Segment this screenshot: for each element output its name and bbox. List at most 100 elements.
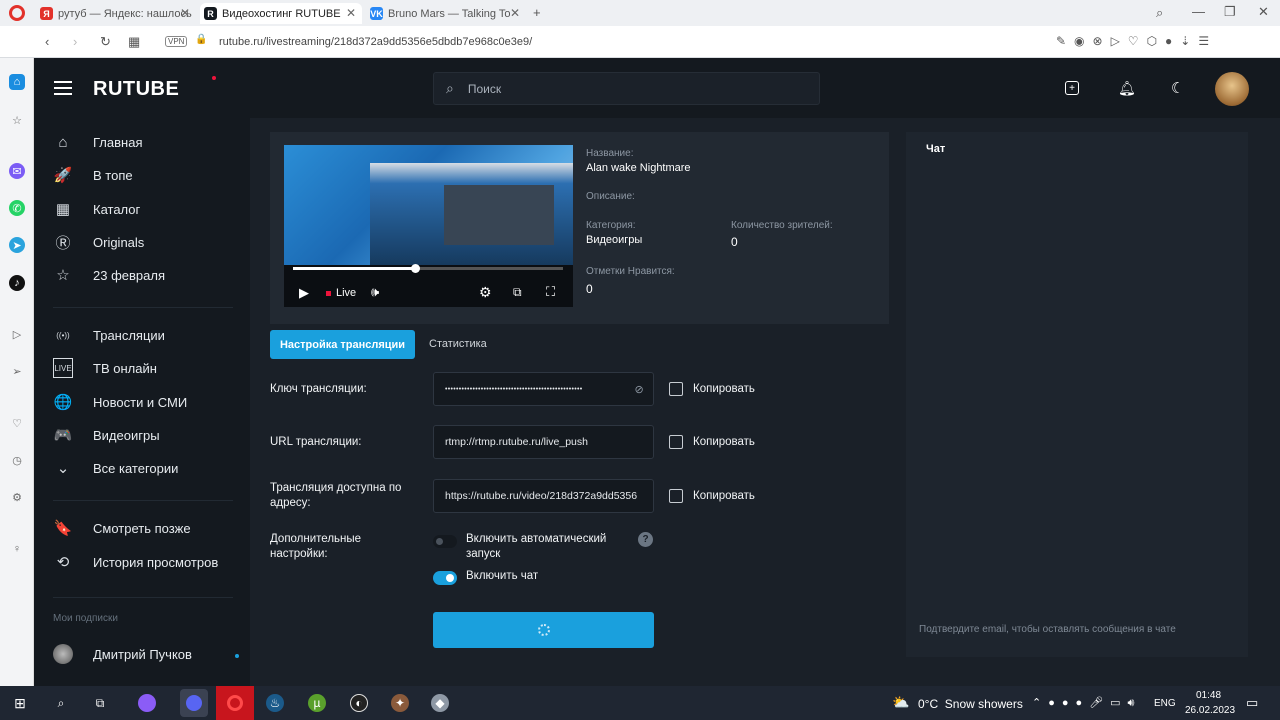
stream-address-field[interactable]: https://rutube.ru/video/218d372a9dd5356 — [433, 479, 654, 513]
app-grey-icon[interactable]: ◆ — [431, 694, 449, 712]
search-icon[interactable]: ⌕ — [52, 694, 70, 712]
opera-logo-icon[interactable] — [9, 5, 25, 21]
obs-icon[interactable]: ◐ — [350, 694, 368, 712]
sidebar-item[interactable]: ☆ 23 февраля — [53, 264, 165, 286]
sidebar-item-label: Все категории — [93, 460, 179, 476]
bulb-icon[interactable]: ♀ — [9, 541, 25, 557]
fullscreen-icon[interactable]: ⛶ — [546, 284, 555, 300]
tabs-grid-icon[interactable]: ▦ — [128, 34, 140, 50]
task-view-icon[interactable]: ⧉ — [91, 694, 109, 712]
pip-icon[interactable]: ⧉ — [513, 285, 522, 300]
moon-icon[interactable]: ☾ — [1171, 79, 1184, 97]
whatsapp-icon[interactable]: ✆ — [9, 200, 25, 216]
app-game-icon[interactable]: ✦ — [391, 694, 409, 712]
weather-text[interactable]: 0°C Snow showers — [918, 697, 1023, 711]
close-tab-icon[interactable]: ✕ — [346, 6, 356, 20]
sidebar-item[interactable]: ((•)) Трансляции — [53, 324, 165, 346]
tiktok-icon[interactable]: ♪ — [9, 275, 25, 291]
rutube-logo[interactable]: RUTUBE — [93, 78, 179, 101]
bell-icon[interactable]: 🔔︎ — [1118, 80, 1136, 97]
search-box[interactable]: ⌕ Поиск — [433, 72, 820, 105]
utorrent-icon[interactable]: µ — [308, 694, 326, 712]
search-tabs-icon[interactable]: ⌕ — [1156, 5, 1163, 21]
chat-toggle[interactable] — [433, 571, 457, 585]
sidebar-item[interactable]: 🚀 В топе — [53, 164, 133, 186]
sidebar-item-label: История просмотров — [93, 554, 219, 570]
video-player[interactable]: ▶ Live 🕪︎ ⚙ ⧉ ⛶ — [284, 145, 573, 307]
sidebar-item[interactable]: ⌄ Все категории — [53, 457, 179, 479]
telegram-icon[interactable]: ➤ — [9, 237, 25, 253]
notifications-icon[interactable]: ▭ — [1246, 695, 1258, 711]
sidebar-item[interactable]: 🌐 Новости и СМИ — [53, 391, 188, 413]
settings-icon[interactable]: ⚙ — [479, 284, 492, 301]
maximize-icon[interactable]: ❐ — [1224, 4, 1236, 20]
browser-tab-vk[interactable]: VK Bruno Mars — Talking To ✕ — [366, 3, 526, 24]
copy-key-button[interactable]: Копировать — [669, 382, 755, 396]
sidebar-item[interactable]: 🎮 Видеоигры — [53, 424, 160, 446]
copy-url-button[interactable]: Копировать — [669, 435, 755, 449]
menu-icon[interactable] — [54, 81, 72, 95]
browser-tab-rutube[interactable]: R Видеохостинг RUTUBE ✕ — [200, 3, 362, 24]
close-tab-icon[interactable]: ✕ — [180, 6, 190, 20]
volume-icon[interactable]: 🕪︎ — [371, 284, 379, 300]
play-icon[interactable]: ▶ — [299, 285, 309, 301]
messenger-icon[interactable]: ✉ — [9, 163, 25, 179]
settings-icon[interactable]: ⚙ — [9, 489, 25, 505]
toolbar-icons[interactable]: ✎◉⊗▷♡⬡●⇣☰ — [1056, 34, 1217, 48]
live-icon: LIVE — [53, 358, 73, 378]
copy-label: Копировать — [693, 383, 755, 395]
copy-address-button[interactable]: Копировать — [669, 489, 755, 503]
forward-icon[interactable]: › — [73, 34, 77, 49]
home-icon[interactable]: ⌂ — [9, 74, 25, 90]
clock-time[interactable]: 01:48 — [1196, 690, 1221, 701]
sidebar-item[interactable]: ▦ Каталог — [53, 198, 140, 220]
autostart-toggle[interactable] — [433, 535, 457, 548]
likes-label: Отметки Нравится: — [586, 266, 675, 277]
close-tab-icon[interactable]: ✕ — [510, 6, 520, 20]
help-icon[interactable]: ? — [638, 532, 653, 547]
sidebar-item[interactable]: ⌂ Главная — [53, 131, 142, 153]
start-stream-button[interactable] — [433, 612, 654, 648]
search-input[interactable]: Поиск — [468, 82, 501, 96]
send-icon[interactable]: ➢ — [9, 363, 25, 379]
progress-knob[interactable] — [410, 264, 420, 273]
minimize-icon[interactable]: — — [1192, 4, 1205, 19]
tab-statistics[interactable]: Статистика — [429, 338, 487, 350]
stream-url-field[interactable]: rtmp://rtmp.rutube.ru/live_push — [433, 425, 654, 459]
opera-taskbar-icon[interactable] — [216, 686, 254, 720]
language-indicator[interactable]: ENG — [1154, 698, 1176, 709]
avatar[interactable] — [1215, 72, 1249, 106]
clock-date[interactable]: 26.02.2023 — [1185, 705, 1235, 716]
tab-settings[interactable]: Настройка трансляции — [270, 330, 415, 359]
sidebar-item-label: Каталог — [93, 201, 141, 217]
sidebar-item[interactable]: 🔖 Смотреть позже — [53, 517, 191, 539]
steam-icon[interactable]: ♨ — [266, 694, 284, 712]
vpn-badge[interactable]: VPN — [165, 36, 188, 47]
history-icon[interactable]: ◷ — [9, 452, 25, 468]
reload-icon[interactable]: ↻ — [100, 34, 111, 50]
upload-icon[interactable]: + — [1065, 81, 1079, 95]
sidebar-item-label: ТВ онлайн — [93, 360, 157, 376]
bookmark-icon: 🔖 — [53, 520, 73, 537]
category-value: Видеоигры — [586, 234, 643, 246]
heart-icon[interactable]: ♡ — [9, 415, 25, 431]
player-icon[interactable]: ▷ — [9, 326, 25, 342]
close-window-icon[interactable]: ✕ — [1258, 4, 1269, 20]
eye-off-icon[interactable]: ⊘ — [634, 383, 644, 396]
app-discord-icon[interactable] — [180, 689, 208, 717]
app-purple-icon[interactable] — [138, 694, 156, 712]
stream-key-field[interactable]: ••••••••••••••••••••••••••••••••••••••••… — [433, 372, 654, 406]
back-icon[interactable]: ‹ — [45, 34, 49, 49]
sidebar-item[interactable]: Ⓡ Originals — [53, 231, 144, 253]
tray-icons[interactable]: ⌃●●●🎤︎▭🔊︎ — [1032, 696, 1141, 710]
sidebar-item[interactable]: ⟲ История просмотров — [53, 551, 219, 573]
windows-start-icon[interactable]: ⊞ — [11, 694, 29, 712]
subscription-item[interactable]: Дмитрий Пучков — [53, 644, 192, 664]
chevron-down-icon: ⌄ — [56, 460, 70, 477]
tab-title: Bruno Mars — Talking To — [388, 7, 511, 20]
browser-tab-yandex[interactable]: Я рутуб — Яндекс: нашлось ✕ — [36, 3, 196, 24]
sidebar-item[interactable]: LIVE ТВ онлайн — [53, 357, 157, 379]
star-icon[interactable]: ☆ — [9, 112, 25, 128]
url-field[interactable]: rutube.ru/livestreaming/218d372a9dd5356e… — [219, 36, 532, 48]
new-tab-icon[interactable]: + — [533, 5, 541, 20]
